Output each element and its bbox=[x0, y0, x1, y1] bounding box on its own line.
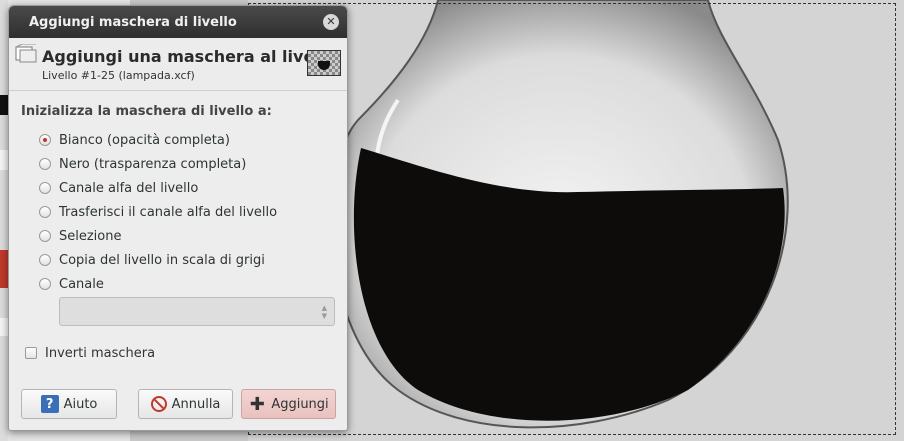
radio-option-label: Canale bbox=[59, 276, 104, 292]
radio-option[interactable]: Canale bbox=[39, 274, 104, 294]
toolbox-strip bbox=[0, 0, 8, 441]
radio-option[interactable]: Canale alfa del livello bbox=[39, 178, 198, 198]
layer-thumbnail bbox=[307, 50, 341, 76]
radio-button-icon[interactable] bbox=[39, 230, 51, 242]
channel-select[interactable]: ▲ ▼ bbox=[59, 297, 335, 326]
dialog-title: Aggiungi maschera di livello bbox=[29, 14, 237, 30]
checkbox-icon[interactable] bbox=[25, 347, 37, 359]
dialog-titlebar[interactable]: Aggiungi maschera di livello ✕ bbox=[9, 6, 347, 38]
help-button[interactable]: ? Aiuto bbox=[21, 389, 117, 419]
radio-option-label: Nero (trasparenza completa) bbox=[59, 156, 247, 172]
radio-button-icon[interactable] bbox=[39, 278, 51, 290]
updown-icon: ▲ ▼ bbox=[321, 304, 327, 320]
add-button[interactable]: ✚ Aggiungi bbox=[241, 389, 336, 419]
radio-button-icon[interactable] bbox=[39, 206, 51, 218]
cancel-button-label: Annulla bbox=[171, 396, 221, 412]
invert-mask-label: Inverti maschera bbox=[45, 345, 156, 361]
radio-option[interactable]: Copia del livello in scala di grigi bbox=[39, 250, 265, 270]
header-subtitle: Livello #1-25 (lampada.xcf) bbox=[42, 69, 195, 82]
invert-mask-checkbox[interactable]: Inverti maschera bbox=[25, 343, 155, 363]
radio-option-label: Bianco (opacità completa) bbox=[59, 132, 230, 148]
radio-option[interactable]: Nero (trasparenza completa) bbox=[39, 154, 246, 174]
radio-option-label: Trasferisci il canale alfa del livello bbox=[59, 204, 278, 220]
add-layer-mask-dialog: Aggiungi maschera di livello ✕ Aggiungi … bbox=[8, 5, 348, 431]
add-button-label: Aggiungi bbox=[271, 396, 329, 412]
radio-button-icon[interactable] bbox=[39, 254, 51, 266]
section-title: Inizializza la maschera di livello a: bbox=[21, 104, 272, 119]
radio-button-icon[interactable] bbox=[39, 158, 51, 170]
cancel-icon bbox=[150, 396, 167, 412]
help-button-label: Aiuto bbox=[63, 396, 98, 412]
dialog-header: Aggiungi una maschera al livello Livello… bbox=[9, 38, 347, 91]
radio-option-label: Selezione bbox=[59, 228, 122, 244]
radio-option[interactable]: Selezione bbox=[39, 226, 122, 246]
radio-option-label: Canale alfa del livello bbox=[59, 180, 199, 196]
radio-option[interactable]: Trasferisci il canale alfa del livello bbox=[39, 202, 277, 222]
plus-icon: ✚ bbox=[249, 393, 265, 415]
layer-mask-icon bbox=[15, 44, 37, 63]
radio-button-icon[interactable] bbox=[39, 182, 51, 194]
header-title: Aggiungi una maschera al livello bbox=[42, 47, 337, 66]
radio-button-icon[interactable] bbox=[39, 134, 51, 146]
cancel-button[interactable]: Annulla bbox=[138, 389, 233, 419]
radio-option[interactable]: Bianco (opacità completa) bbox=[39, 130, 230, 150]
help-icon: ? bbox=[40, 395, 59, 413]
radio-option-label: Copia del livello in scala di grigi bbox=[59, 252, 265, 268]
close-icon[interactable]: ✕ bbox=[323, 14, 339, 30]
